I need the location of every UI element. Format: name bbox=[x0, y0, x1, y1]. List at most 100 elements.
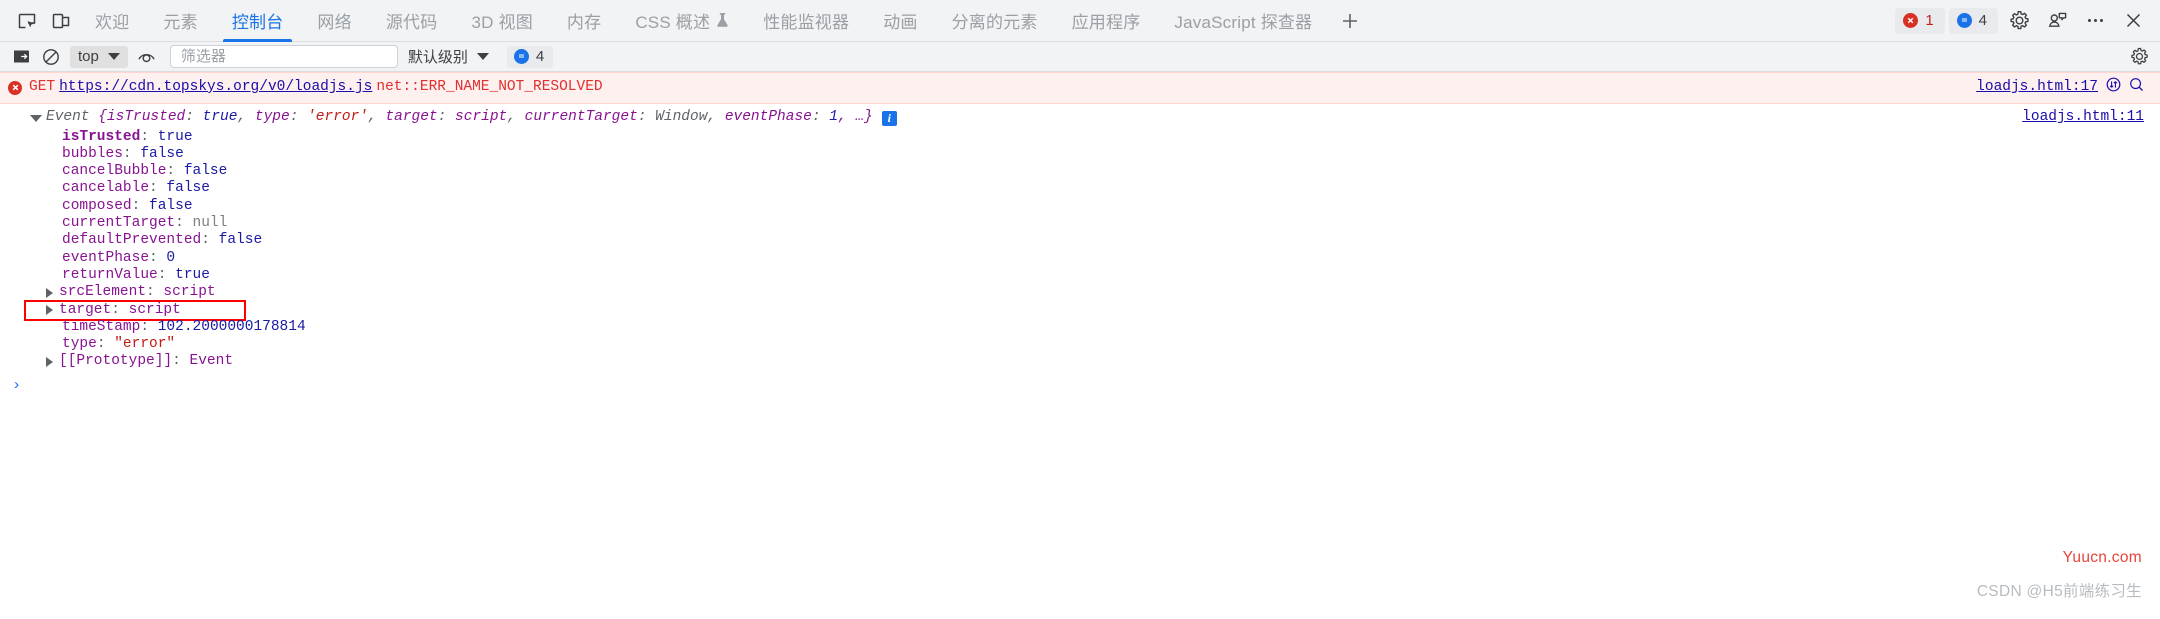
device-toolbar-icon[interactable] bbox=[44, 4, 78, 38]
preview-key: target bbox=[385, 109, 438, 126]
console-sidebar-icon[interactable] bbox=[8, 45, 34, 69]
tab-label: JavaScript 探查器 bbox=[1174, 13, 1313, 32]
property-row[interactable]: timeStamp: 102.2000000178814 bbox=[46, 319, 2160, 336]
error-url-link[interactable]: https://cdn.topskys.org/v0/loadjs.js bbox=[59, 79, 372, 95]
feedback-icon[interactable] bbox=[2040, 4, 2074, 38]
error-method: GET bbox=[29, 79, 56, 95]
error-circle-icon bbox=[1903, 13, 1919, 28]
property-row[interactable]: defaultPrevented: false bbox=[46, 232, 2160, 249]
property-row-target[interactable]: target: script bbox=[24, 299, 2160, 321]
execution-context-select[interactable]: top bbox=[70, 45, 128, 68]
inspect-element-icon[interactable] bbox=[10, 4, 44, 38]
property-value: "error" bbox=[114, 336, 176, 353]
tab-elements[interactable]: 元素 bbox=[146, 0, 214, 42]
property-key: composed bbox=[62, 197, 132, 214]
property-key: [[Prototype]] bbox=[59, 353, 173, 370]
expand-triangle-icon[interactable] bbox=[46, 357, 53, 368]
console-error-entry[interactable]: GET https://cdn.topskys.org/v0/loadjs.js n… bbox=[0, 72, 2160, 105]
object-preview-header[interactable]: Event {isTrusted: true, type: 'error', t… bbox=[0, 107, 2160, 128]
property-row[interactable]: bubbles: false bbox=[46, 146, 2160, 163]
property-key: srcElement bbox=[59, 284, 147, 301]
expand-triangle-icon[interactable] bbox=[46, 305, 53, 316]
message-bubble-icon bbox=[1956, 13, 1972, 28]
info-badge-icon[interactable]: i bbox=[881, 111, 897, 127]
chevron-down-icon bbox=[107, 53, 120, 60]
tab-javascript-profiler[interactable]: JavaScript 探查器 bbox=[1157, 0, 1329, 42]
search-icon[interactable] bbox=[2129, 77, 2144, 98]
property-row[interactable]: isTrusted: true bbox=[46, 129, 2160, 146]
clear-console-icon[interactable] bbox=[38, 45, 64, 69]
property-row[interactable]: composed: false bbox=[46, 198, 2160, 215]
experimental-flask-icon bbox=[716, 13, 729, 28]
property-row[interactable]: cancelable: false bbox=[46, 180, 2160, 197]
tab-sources[interactable]: 源代码 bbox=[369, 0, 455, 42]
console-message-count-value: 4 bbox=[535, 48, 545, 65]
property-value: script bbox=[163, 284, 216, 301]
tab-application[interactable]: 应用程序 bbox=[1055, 0, 1158, 42]
object-source-link[interactable]: loadjs.html:11 bbox=[2022, 109, 2144, 126]
open-in-network-panel-icon[interactable] bbox=[2106, 77, 2121, 98]
execution-context-value: top bbox=[78, 48, 99, 65]
property-value: 0 bbox=[166, 249, 176, 266]
console-settings-icon[interactable] bbox=[2126, 45, 2152, 69]
live-expression-icon[interactable] bbox=[134, 45, 160, 69]
property-value: 102.2000000178814 bbox=[157, 318, 306, 335]
search-input[interactable] bbox=[178, 47, 389, 66]
property-key: timeStamp bbox=[62, 318, 141, 335]
property-value: script bbox=[128, 301, 181, 318]
expand-triangle-icon[interactable] bbox=[46, 287, 53, 298]
property-row[interactable]: eventPhase: 0 bbox=[46, 250, 2160, 267]
tabbar-right-controls: 1 4 bbox=[1895, 4, 2154, 38]
property-value: false bbox=[140, 145, 184, 162]
property-value: false bbox=[166, 180, 210, 197]
console-filter-box[interactable] bbox=[169, 45, 398, 68]
tab-label: 动画 bbox=[883, 13, 918, 32]
message-count-badge[interactable]: 4 bbox=[1948, 7, 1998, 34]
object-preview-text: Event {isTrusted: true, type: 'error', t… bbox=[30, 109, 897, 127]
add-panel-button[interactable] bbox=[1329, 0, 1371, 42]
property-row[interactable]: type: "error" bbox=[46, 336, 2160, 353]
tab-css-overview[interactable]: CSS 概述 bbox=[618, 0, 746, 42]
tab-network[interactable]: 网络 bbox=[300, 0, 368, 42]
error-circle-icon bbox=[8, 80, 22, 95]
tab-animations[interactable]: 动画 bbox=[866, 0, 934, 42]
tab-label: 欢迎 bbox=[95, 13, 130, 32]
console-message-count-badge[interactable]: 4 bbox=[506, 45, 554, 68]
property-row[interactable]: currentTarget: null bbox=[46, 215, 2160, 232]
error-count-badge[interactable]: 1 bbox=[1895, 7, 1945, 34]
tab-welcome[interactable]: 欢迎 bbox=[78, 0, 146, 42]
console-toolbar: top 默认级别 4 bbox=[0, 42, 2160, 72]
collapse-triangle-icon[interactable] bbox=[30, 115, 42, 127]
console-prompt[interactable]: › bbox=[0, 371, 2160, 400]
property-row[interactable]: returnValue: true bbox=[46, 267, 2160, 284]
more-options-icon[interactable] bbox=[2078, 4, 2112, 38]
tab-performance-monitor[interactable]: 性能监视器 bbox=[746, 0, 866, 42]
preview-value: 'error' bbox=[307, 109, 369, 126]
error-source-link[interactable]: loadjs.html:17 bbox=[1976, 79, 2098, 96]
object-class-name: Event bbox=[46, 109, 90, 126]
tab-label: CSS 概述 bbox=[635, 13, 711, 32]
devtools-tabbar: 欢迎 元素 控制台 网络 源代码 3D 视图 内存 CSS 概述 性能监视器 动… bbox=[0, 0, 2160, 42]
property-row[interactable]: cancelBubble: false bbox=[46, 163, 2160, 180]
close-devtools-icon[interactable] bbox=[2116, 4, 2150, 38]
property-value: Event bbox=[189, 353, 234, 370]
property-row[interactable]: [[Prototype]]: Event bbox=[46, 353, 2160, 370]
chevron-down-icon bbox=[476, 53, 489, 60]
preview-key: currentTarget bbox=[524, 109, 638, 126]
preview-value: 1 bbox=[829, 109, 838, 126]
tab-3d-view[interactable]: 3D 视图 bbox=[454, 0, 549, 42]
tab-detached-elements[interactable]: 分离的元素 bbox=[935, 0, 1055, 42]
property-key: eventPhase bbox=[62, 249, 150, 266]
property-key: target bbox=[59, 301, 112, 318]
settings-gear-icon[interactable] bbox=[2002, 4, 2036, 38]
error-message-text: GET https://cdn.topskys.org/v0/loadjs.js n… bbox=[29, 79, 603, 96]
property-row[interactable]: srcElement: script bbox=[46, 284, 2160, 301]
tab-memory[interactable]: 内存 bbox=[550, 0, 618, 42]
tab-console[interactable]: 控制台 bbox=[215, 0, 301, 42]
preview-value: Window bbox=[655, 109, 708, 126]
log-level-select[interactable]: 默认级别 bbox=[402, 46, 495, 68]
prompt-chevron-icon: › bbox=[12, 376, 22, 394]
preview-ellipsis: , …} bbox=[837, 109, 873, 126]
property-key: currentTarget bbox=[62, 215, 176, 232]
preview-value: true bbox=[202, 109, 238, 126]
